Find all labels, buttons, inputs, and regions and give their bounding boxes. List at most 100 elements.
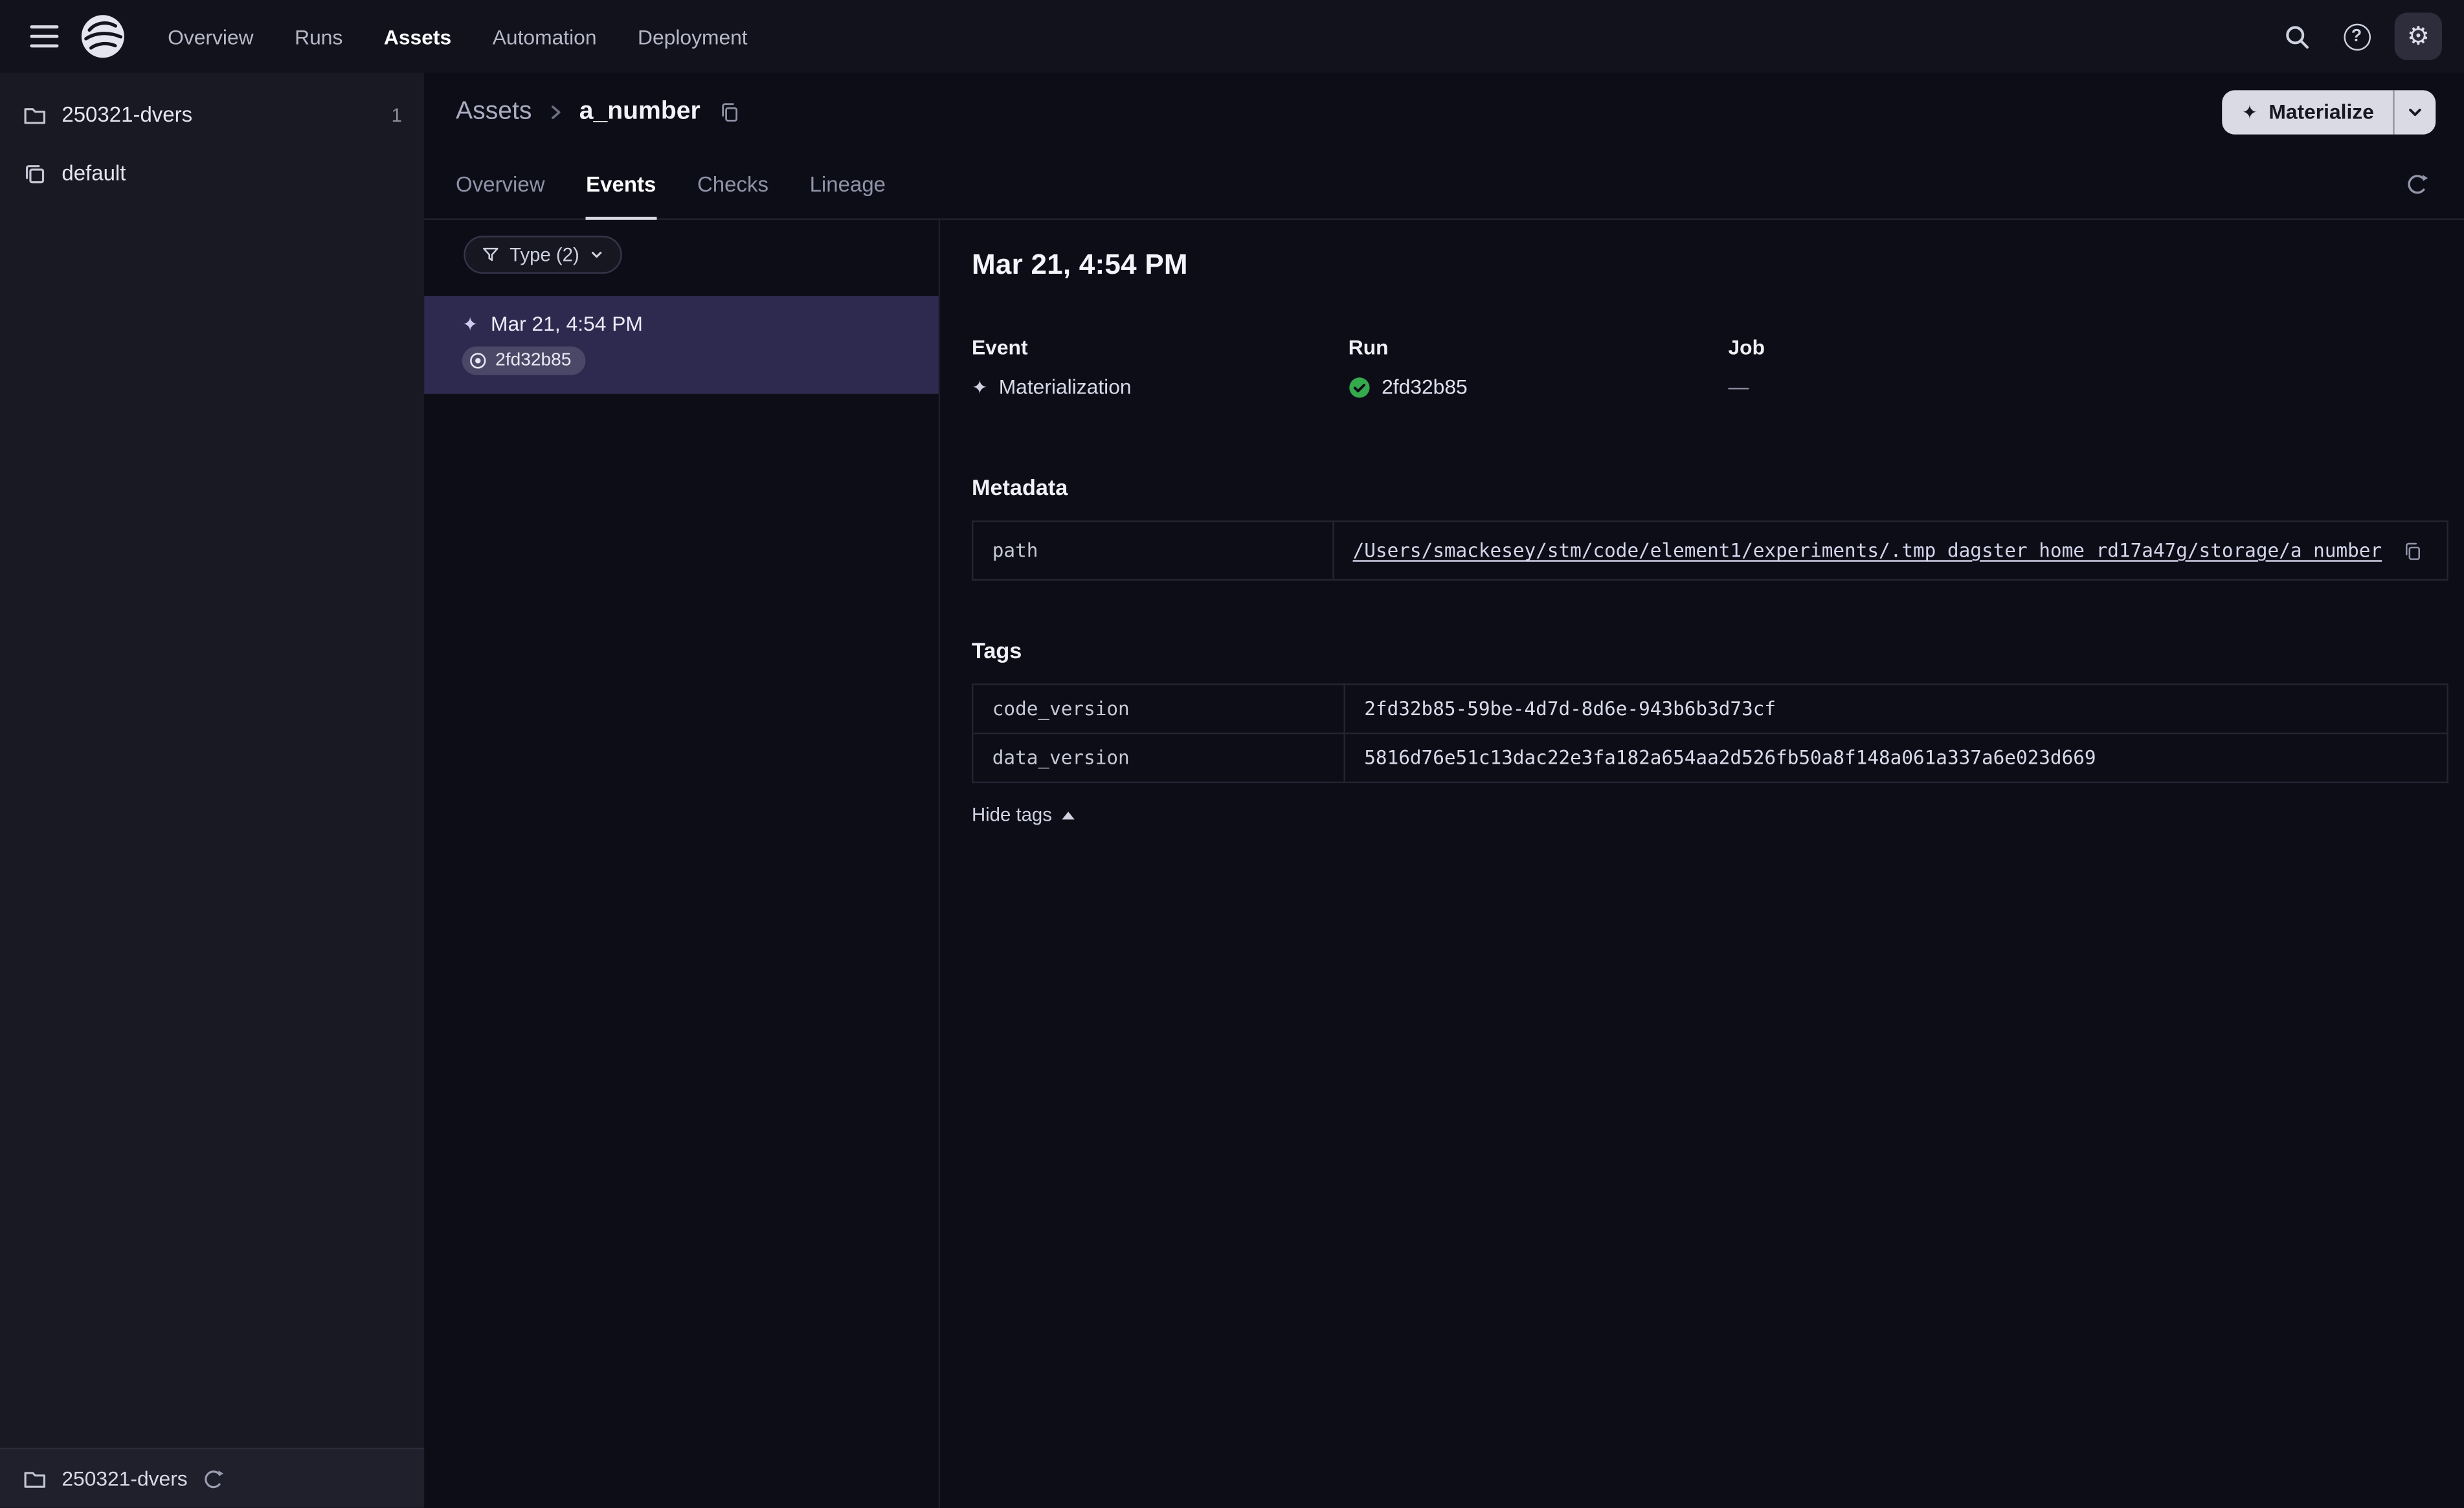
copy-icon	[2404, 542, 2419, 559]
page-header: Assets a_number ✦ Materialize	[424, 72, 2464, 150]
refresh-icon	[2407, 175, 2427, 194]
sidebar-item-default-group[interactable]: default	[0, 144, 424, 202]
sync-icon	[204, 1469, 223, 1488]
breadcrumb: Assets a_number	[456, 96, 746, 128]
tag-key: data_version	[971, 732, 1345, 784]
caret-up-icon	[1061, 810, 1075, 819]
hamburger-menu-button[interactable]	[22, 14, 66, 58]
materialize-label: Materialize	[2268, 100, 2374, 124]
field-label: Job	[1728, 335, 1765, 359]
metadata-heading: Metadata	[971, 474, 1068, 500]
tag-value: 5816d76e51c13dac22e3fa182a654aa2d526fb50…	[1343, 732, 2448, 784]
tags-table: code_version 2fd32b85-59be-4d7d-8d6e-943…	[971, 683, 2448, 784]
event-title: Mar 21, 4:54 PM	[971, 248, 1188, 280]
chevron-down-icon	[592, 251, 602, 258]
sidebar-item-label: 250321-dvers	[62, 102, 193, 127]
top-navigation: Overview Runs Assets Automation Deployme…	[0, 0, 2464, 73]
metadata-path-link[interactable]: /Users/smackesey/stm/code/element1/exper…	[1353, 540, 2382, 562]
folder-icon	[24, 107, 46, 124]
copy-path-button[interactable]	[2396, 535, 2428, 566]
nav-runs[interactable]: Runs	[295, 25, 342, 49]
nav-overview[interactable]: Overview	[168, 25, 253, 49]
field-job: Job —	[1729, 335, 2448, 399]
nav-deployment[interactable]: Deployment	[638, 25, 748, 49]
chevron-right-icon	[552, 104, 561, 118]
run-id-text: 2fd32b85	[495, 351, 572, 371]
field-value: —	[1729, 375, 2448, 399]
topnav-actions: ? ⚙	[2274, 12, 2443, 60]
sidebar-item-label: default	[62, 161, 126, 186]
gear-icon: ⚙	[2406, 20, 2430, 51]
tag-value: 2fd32b85-59be-4d7d-8d6e-943b6b3d73cf	[1343, 683, 2448, 735]
materialization-icon: ✦	[462, 312, 478, 335]
table-row: code_version 2fd32b85-59be-4d7d-8d6e-943…	[971, 683, 2448, 735]
search-button[interactable]	[2274, 14, 2318, 58]
materialize-button[interactable]: ✦ Materialize	[2223, 89, 2393, 133]
hide-tags-label: Hide tags	[971, 803, 1052, 826]
content-area: Type (2) ✦ Mar 21, 4:54 PM 2fd32b85 Mar …	[424, 219, 2464, 1508]
tab-events[interactable]: Events	[586, 150, 657, 220]
tag-key: code_version	[971, 683, 1345, 735]
dagster-logo[interactable]	[79, 13, 126, 60]
success-check-icon	[1349, 377, 1370, 397]
search-icon	[2285, 25, 2308, 48]
dagster-app: Overview Runs Assets Automation Deployme…	[0, 0, 2464, 1508]
dagster-logo-icon	[81, 15, 124, 58]
asset-count-badge: 1	[391, 104, 402, 126]
event-item-timestamp-row: ✦ Mar 21, 4:54 PM	[462, 312, 917, 336]
job-value-text: —	[1728, 375, 1749, 399]
events-list-panel: Type (2) ✦ Mar 21, 4:54 PM 2fd32b85	[424, 219, 941, 1508]
event-summary-fields: Event ✦ Materialization Run 2fd32b85 Job…	[972, 335, 2448, 399]
help-icon: ?	[2343, 23, 2370, 50]
main-nav: Overview Runs Assets Automation Deployme…	[168, 25, 748, 49]
metadata-key: path	[971, 520, 1334, 581]
field-label: Event	[971, 335, 1028, 359]
tab-overview[interactable]: Overview	[456, 150, 545, 218]
sidebar-footer-label: 250321-dvers	[62, 1467, 188, 1491]
copy-asset-name-button[interactable]	[715, 96, 746, 128]
tags-heading: Tags	[971, 638, 1022, 663]
metadata-table: path /Users/smackesey/stm/code/element1/…	[971, 520, 2448, 581]
materialization-icon: ✦	[971, 375, 988, 398]
tabs-bar: Overview Events Checks Lineage	[424, 150, 2464, 220]
settings-button[interactable]: ⚙	[2394, 12, 2443, 60]
materialize-icon: ✦	[2241, 100, 2258, 123]
field-label: Run	[1348, 335, 1389, 359]
chevron-down-icon	[2409, 107, 2421, 115]
event-detail-panel: Mar 21, 4:54 PM Event ✦ Materialization …	[940, 220, 2464, 1508]
main-panel: Assets a_number ✦ Materialize Overview E…	[424, 72, 2464, 1508]
refresh-button[interactable]	[2395, 162, 2439, 206]
nav-assets[interactable]: Assets	[384, 25, 451, 49]
event-type-text: Materialization	[998, 375, 1132, 399]
materialize-dropdown-button[interactable]	[2395, 89, 2436, 133]
nav-automation[interactable]: Automation	[493, 25, 597, 49]
folder-icon	[24, 1471, 46, 1487]
event-list-item[interactable]: ✦ Mar 21, 4:54 PM 2fd32b85	[424, 296, 939, 394]
table-row: data_version 5816d76e51c13dac22e3fa182a6…	[971, 732, 2448, 784]
tab-checks[interactable]: Checks	[697, 150, 768, 218]
tabs: Overview Events Checks Lineage	[456, 150, 886, 220]
tab-lineage[interactable]: Lineage	[810, 150, 886, 218]
page-title: a_number	[579, 97, 700, 124]
breadcrumb-assets-link[interactable]: Assets	[456, 97, 532, 126]
sidebar-item-code-location[interactable]: 250321-dvers 1	[0, 85, 424, 144]
help-button[interactable]: ?	[2335, 14, 2379, 58]
asset-group-icon	[25, 164, 45, 183]
field-event: Event ✦ Materialization	[972, 335, 1349, 399]
type-filter-chip[interactable]: Type (2)	[464, 236, 622, 274]
copy-icon	[722, 102, 739, 121]
run-id-pill: 2fd32b85	[462, 346, 586, 375]
materialize-button-group: ✦ Materialize	[2223, 89, 2436, 134]
hide-tags-toggle[interactable]: Hide tags	[971, 803, 1075, 826]
table-row: path /Users/smackesey/stm/code/element1/…	[971, 520, 2448, 581]
run-link[interactable]: 2fd32b85	[1382, 375, 1468, 399]
hamburger-icon	[30, 25, 59, 48]
filter-label: Type (2)	[510, 243, 579, 266]
event-timestamp: Mar 21, 4:54 PM	[490, 311, 643, 336]
sidebar-footer[interactable]: 250321-dvers	[0, 1447, 425, 1508]
filter-icon	[483, 247, 498, 261]
run-status-icon	[470, 353, 486, 369]
field-run: Run 2fd32b85	[1349, 335, 1729, 399]
metadata-value: /Users/smackesey/stm/code/element1/exper…	[1332, 520, 2448, 581]
sidebar: 250321-dvers 1 default 250321-dvers	[0, 72, 425, 1508]
